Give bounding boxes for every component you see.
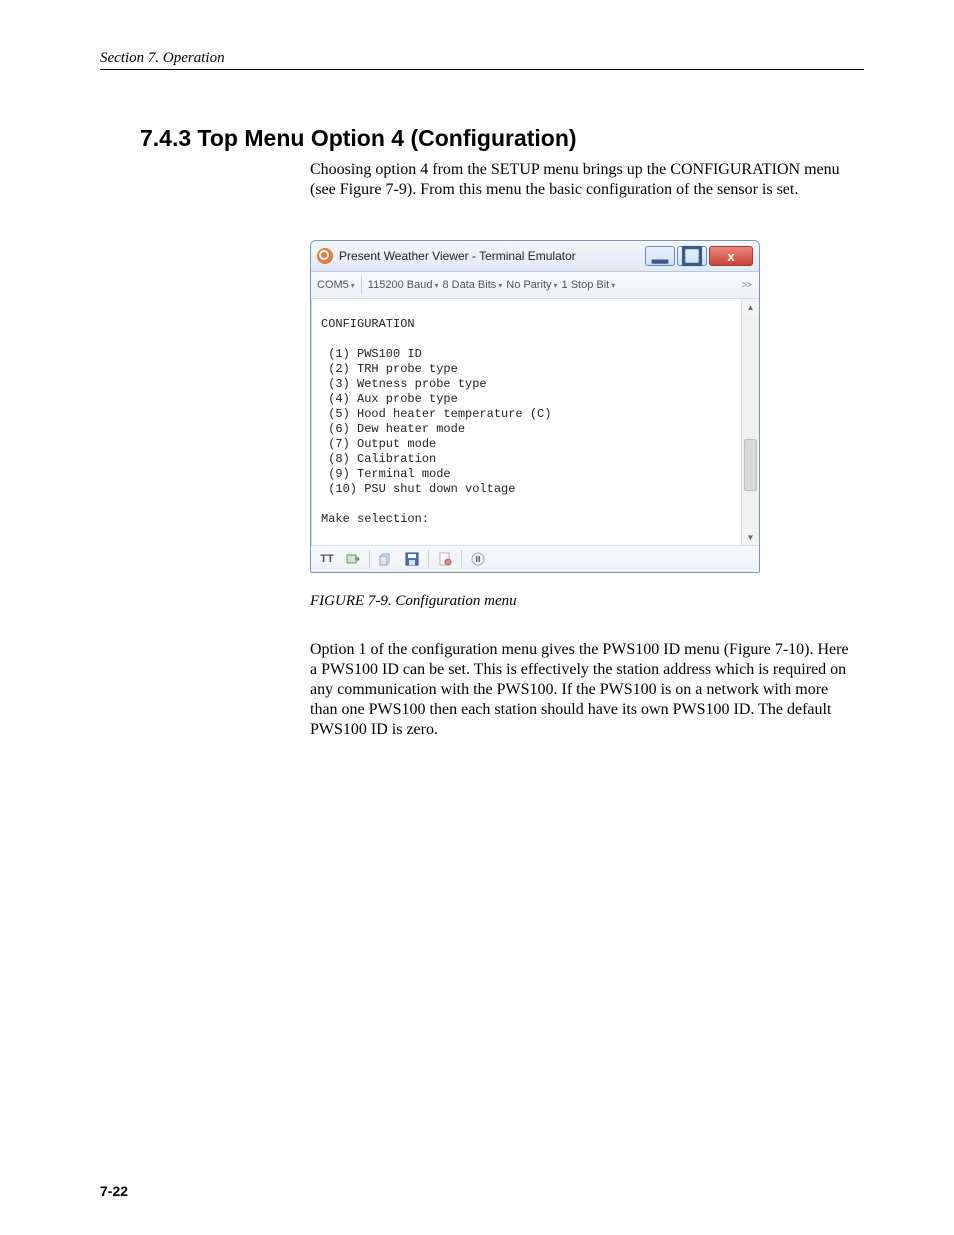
scroll-down-icon[interactable]: ▼ — [742, 529, 759, 545]
terminal-output[interactable]: CONFIGURATION (1) PWS100 ID (2) TRH prob… — [311, 299, 741, 545]
terminal-area: CONFIGURATION (1) PWS100 ID (2) TRH prob… — [311, 299, 759, 545]
chevron-down-icon: ▾ — [434, 281, 438, 290]
menu-item: (3) Wetness probe type — [321, 377, 487, 391]
stopbit-dropdown[interactable]: 1 Stop Bit ▾ — [562, 279, 616, 291]
baud-label: 115200 Baud — [368, 279, 433, 291]
save-icon[interactable] — [402, 550, 422, 568]
menu-item: (6) Dew heater mode — [321, 422, 465, 436]
chevron-down-icon: ▾ — [554, 281, 558, 290]
toolbar-separator — [461, 550, 462, 568]
scroll-up-icon[interactable]: ▲ — [742, 299, 759, 315]
send-icon[interactable] — [343, 550, 363, 568]
baud-dropdown[interactable]: 115200 Baud ▾ — [368, 279, 439, 291]
menu-item: (5) Hood heater temperature (C) — [321, 407, 551, 421]
page-number: 7-22 — [100, 1183, 128, 1199]
parity-dropdown[interactable]: No Parity ▾ — [506, 279, 557, 291]
clear-icon[interactable] — [435, 550, 455, 568]
scroll-thumb[interactable] — [744, 439, 757, 491]
close-button[interactable]: x — [709, 246, 753, 266]
port-dropdown[interactable]: COM5 ▾ — [317, 279, 355, 291]
toolbar-overflow-icon[interactable]: >> — [741, 280, 753, 291]
terminal-window: Present Weather Viewer - Terminal Emulat… — [310, 240, 760, 573]
section-heading: 7.4.3 Top Menu Option 4 (Configuration) — [140, 125, 864, 152]
figure-7-9: Present Weather Viewer - Terminal Emulat… — [310, 240, 760, 610]
running-header: Section 7. Operation — [100, 50, 864, 67]
menu-item: (7) Output mode — [321, 437, 436, 451]
chevron-down-icon: ▾ — [498, 281, 502, 290]
toolbar-separator — [369, 550, 370, 568]
app-icon — [317, 248, 333, 264]
terminal-header: CONFIGURATION — [321, 317, 415, 331]
maximize-button[interactable] — [677, 246, 707, 266]
menu-item: (8) Calibration — [321, 452, 436, 466]
figure-caption: FIGURE 7-9. Configuration menu — [310, 593, 760, 610]
toolbar-separator — [361, 276, 362, 294]
parity-label: No Parity — [506, 279, 551, 291]
menu-item: (4) Aux probe type — [321, 392, 458, 406]
paragraph-option1: Option 1 of the configuration menu gives… — [310, 640, 854, 740]
menu-item: (1) PWS100 ID — [321, 347, 422, 361]
minimize-button[interactable] — [645, 246, 675, 266]
menu-item: (2) TRH probe type — [321, 362, 458, 376]
serial-toolbar: COM5 ▾ 115200 Baud ▾ 8 Data Bits ▾ No Pa… — [311, 272, 759, 299]
databits-label: 8 Data Bits — [442, 279, 496, 291]
paragraph-intro: Choosing option 4 from the SETUP menu br… — [310, 160, 854, 200]
tt-button[interactable]: TT — [317, 550, 337, 568]
chevron-down-icon: ▾ — [351, 281, 355, 290]
terminal-prompt: Make selection: — [321, 512, 429, 526]
scroll-track[interactable] — [742, 315, 759, 529]
window-title: Present Weather Viewer - Terminal Emulat… — [339, 249, 637, 263]
toolbar-separator — [428, 550, 429, 568]
titlebar[interactable]: Present Weather Viewer - Terminal Emulat… — [311, 241, 759, 272]
menu-item: (10) PSU shut down voltage — [321, 482, 515, 496]
menu-item: (9) Terminal mode — [321, 467, 451, 481]
stopbit-label: 1 Stop Bit — [562, 279, 610, 291]
status-toolbar: TT — [311, 545, 759, 572]
port-label: COM5 — [317, 279, 349, 291]
page: Section 7. Operation 7.4.3 Top Menu Opti… — [0, 0, 954, 1235]
databits-dropdown[interactable]: 8 Data Bits ▾ — [442, 279, 502, 291]
header-rule — [100, 69, 864, 70]
chevron-down-icon: ▾ — [611, 281, 615, 290]
pause-icon[interactable] — [468, 550, 488, 568]
window-buttons: x — [643, 246, 753, 266]
copy-icon[interactable] — [376, 550, 396, 568]
vertical-scrollbar[interactable]: ▲ ▼ — [741, 299, 759, 545]
